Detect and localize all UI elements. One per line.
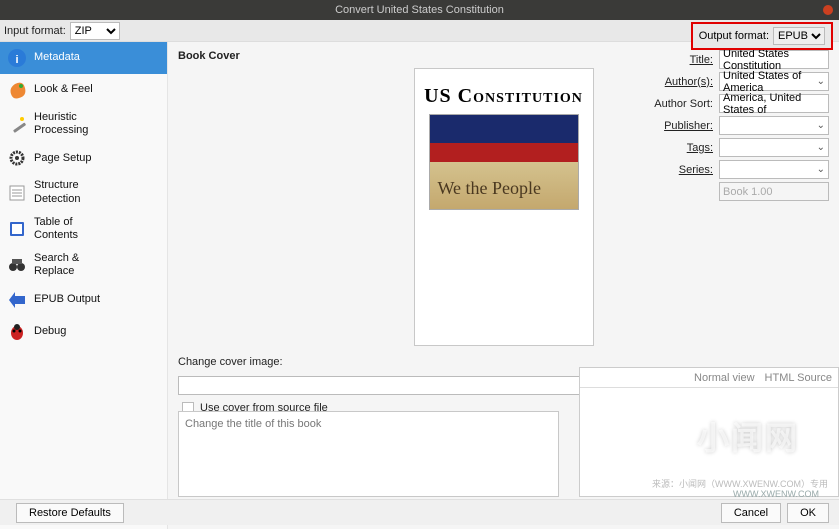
sidebar-item-search-replace[interactable]: Search & Replace (0, 247, 167, 283)
sidebar-item-debug[interactable]: Debug (0, 316, 167, 348)
tab-html-source[interactable]: HTML Source (765, 372, 832, 384)
cover-title-text: US Constitution (424, 85, 583, 108)
sidebar-item-look-feel[interactable]: Look & Feel (0, 74, 167, 106)
ok-button[interactable]: OK (787, 503, 829, 523)
restore-defaults-button[interactable]: Restore Defaults (16, 503, 124, 523)
dialog-buttons: Restore Defaults Cancel OK (0, 499, 839, 525)
sidebar-item-heuristic[interactable]: Heuristic Processing (0, 106, 167, 142)
output-format-select[interactable]: EPUB (773, 27, 825, 45)
author-sort-field[interactable]: America, United States of (719, 94, 829, 113)
tab-normal-view[interactable]: Normal view (694, 372, 755, 384)
wand-icon (6, 113, 28, 135)
description-panel: Normal view HTML Source 来源：小闻网（WWW.XWENW… (579, 367, 839, 497)
cover-preview: US Constitution We the People (414, 68, 594, 346)
sidebar-item-page-setup[interactable]: Page Setup (0, 142, 167, 174)
publisher-label: Publisher: (664, 120, 713, 132)
palette-icon (6, 79, 28, 101)
metadata-form: Title: United States Constitution Author(… (651, 50, 829, 204)
watermark-url: WWW.XWENW.COM (733, 489, 819, 499)
sidebar-item-epub-output[interactable]: EPUB Output (0, 284, 167, 316)
series-field[interactable] (719, 160, 829, 179)
window-title: Convert United States Constitution (335, 4, 504, 16)
author-sort-label: Author Sort: (654, 98, 713, 110)
sidebar-item-metadata[interactable]: i Metadata (0, 42, 167, 74)
change-cover-label: Change cover image: (178, 356, 283, 368)
comments-editor[interactable]: Change the title of this book (178, 411, 559, 497)
author-label: Author(s): (665, 76, 713, 88)
category-sidebar: i Metadata Look & Feel Heuristic Process… (0, 42, 168, 529)
sidebar-item-structure[interactable]: Structure Detection (0, 174, 167, 210)
title-label: Title: (690, 54, 713, 66)
lines-icon (6, 182, 28, 204)
gear-icon (6, 147, 28, 169)
author-field[interactable]: United States of America (719, 72, 829, 91)
output-format-label: Output format: (699, 30, 769, 42)
tags-field[interactable] (719, 138, 829, 157)
binoculars-icon (6, 254, 28, 276)
publisher-field[interactable] (719, 116, 829, 135)
book-icon (6, 218, 28, 240)
svg-text:i: i (15, 54, 18, 66)
tags-label: Tags: (687, 142, 713, 154)
bug-icon (6, 321, 28, 343)
info-icon: i (6, 47, 28, 69)
close-icon[interactable] (823, 5, 833, 15)
series-index-field[interactable]: Book 1.00 (719, 182, 829, 201)
series-label: Series: (679, 164, 713, 176)
title-bar: Convert United States Constitution (0, 0, 839, 20)
arrow-left-icon (6, 289, 28, 311)
title-field[interactable]: United States Constitution (719, 50, 829, 69)
input-format-label: Input format: (4, 25, 66, 37)
sidebar-item-toc[interactable]: Table of Contents (0, 211, 167, 247)
cover-image: We the People (429, 114, 579, 210)
input-format-select[interactable]: ZIP (70, 22, 120, 40)
output-format-highlight: Output format: EPUB (691, 22, 833, 50)
cancel-button[interactable]: Cancel (721, 503, 781, 523)
